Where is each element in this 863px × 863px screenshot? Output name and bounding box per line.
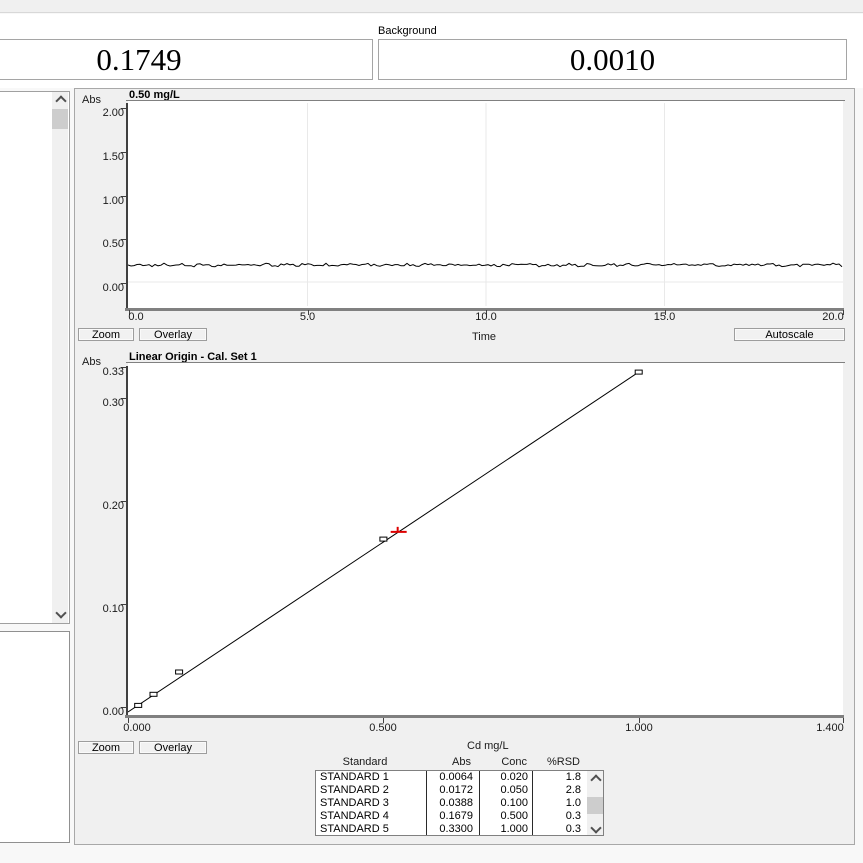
table-row[interactable]: STANDARD 3 0.0388 0.100 1.0 <box>316 797 586 810</box>
y-tick-label: 1.50 <box>102 150 124 163</box>
y-tick-label: 0.20 <box>102 500 124 512</box>
table-scrollbar[interactable] <box>587 771 603 835</box>
standard-point-marker <box>134 702 143 708</box>
standard-point-marker <box>634 369 643 375</box>
x-tick-label: 0.0 <box>128 311 144 323</box>
background-value-box: 0.0010 <box>378 39 847 80</box>
table-header-conc: Conc <box>501 756 527 768</box>
standard-point-marker <box>379 536 388 542</box>
x-tick-label: 0.000 <box>123 722 151 734</box>
signal-overlay-button[interactable]: Overlay <box>139 328 207 341</box>
y-tick-label: 1.00 <box>102 194 124 207</box>
x-tick-label: 15.0 <box>653 311 676 323</box>
background-label: Background <box>378 25 437 37</box>
table-row[interactable]: STANDARD 1 0.0064 0.020 1.8 <box>316 771 586 784</box>
cell-standard: STANDARD 2 <box>320 784 389 796</box>
table-row[interactable]: STANDARD 4 0.1679 0.500 0.3 <box>316 810 586 823</box>
cal-y-axis <box>126 366 128 716</box>
x-tick-label: 0.500 <box>369 722 397 734</box>
signal-y-axis <box>126 103 128 309</box>
lower-left-panel <box>0 631 70 843</box>
y-tick-label: 2.00 <box>102 107 124 119</box>
x-tick-label: 5.0 <box>299 311 316 323</box>
cell-standard: STANDARD 4 <box>320 810 389 822</box>
signal-value: 0.1749 <box>96 41 182 77</box>
y-tick-label: 0.30 <box>102 397 124 409</box>
cell-standard: STANDARD 1 <box>320 771 389 783</box>
signal-trace-svg <box>128 103 843 306</box>
cal-x-axis <box>125 715 844 718</box>
table-row[interactable]: STANDARD 2 0.0172 0.050 2.8 <box>316 784 586 797</box>
scroll-down-icon[interactable] <box>590 822 602 834</box>
table-header-rsd: %RSD <box>546 756 580 768</box>
signal-x-axis-title: Time <box>471 331 497 343</box>
toolbar-edge <box>0 0 863 13</box>
y-tick-label: 0.00 <box>102 706 124 718</box>
standard-point-marker <box>175 669 184 675</box>
results-scrollbar[interactable] <box>52 92 68 623</box>
scrollbar-thumb[interactable] <box>587 797 603 814</box>
table-header-abs: Abs <box>452 756 471 768</box>
signal-value-box: 0.1749 <box>0 39 373 80</box>
x-tick-label: 1.400 <box>816 722 844 734</box>
cal-x-axis-title: Cd mg/L <box>467 740 509 752</box>
cell-standard: STANDARD 5 <box>320 823 389 835</box>
cal-overlay-button[interactable]: Overlay <box>139 741 207 754</box>
signal-autoscale-button[interactable]: Autoscale <box>734 328 845 341</box>
scrollbar-thumb[interactable] <box>52 109 68 129</box>
cell-standard: STANDARD 3 <box>320 797 389 809</box>
x-tick-label: 10.0 <box>475 311 497 323</box>
y-tick-label: 0.33 <box>102 366 124 379</box>
table-row[interactable]: STANDARD 5 0.3300 1.000 0.3 <box>316 823 586 836</box>
signal-zoom-button[interactable]: Zoom <box>78 328 134 341</box>
scroll-down-icon[interactable] <box>55 607 67 619</box>
cal-curve-svg <box>128 369 643 713</box>
cal-y-axis-title: Abs <box>82 356 101 368</box>
scroll-up-icon[interactable] <box>590 774 602 786</box>
standard-point-marker <box>149 691 158 697</box>
signal-y-axis-title: Abs <box>82 94 101 106</box>
table-header-standard: Standard <box>342 756 388 768</box>
instrument-window: 0.1749 Background 0.0010 Abs 0.50 mg/L Z… <box>0 0 863 863</box>
results-list-panel <box>0 91 70 624</box>
y-tick-label: 0.50 <box>102 238 124 251</box>
background-value: 0.0010 <box>569 41 656 77</box>
cal-zoom-button[interactable]: Zoom <box>78 741 134 754</box>
x-tick-label: 1.000 <box>625 722 653 734</box>
y-tick-label: 0.10 <box>102 603 124 615</box>
scroll-up-icon[interactable] <box>55 95 67 107</box>
x-tick-label: 20.0 <box>822 311 844 323</box>
y-tick-label: 0.00 <box>102 282 124 294</box>
